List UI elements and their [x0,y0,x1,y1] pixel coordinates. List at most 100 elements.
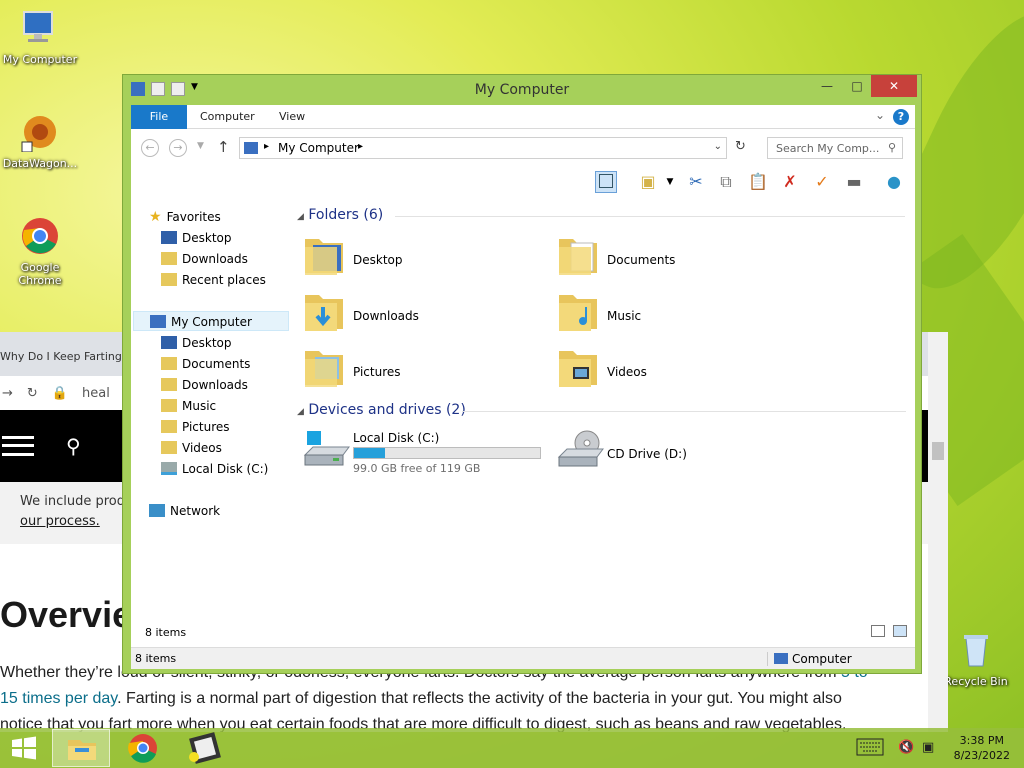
breadcrumb-my-computer[interactable]: My Computer [278,141,359,155]
nav-documents[interactable]: Documents [161,354,250,374]
nav-label: Pictures [182,420,230,434]
chevron-down-icon[interactable]: ▼ [659,171,681,193]
properties-button[interactable]: ▣ [637,171,659,193]
folder-music[interactable]: Music [607,309,641,323]
nav-music[interactable]: Music [161,396,216,416]
nav-label: Documents [182,357,251,371]
recent-locations-icon[interactable]: ▼ [197,141,204,151]
chrome-icon [128,734,157,763]
nav-my-computer[interactable]: My Computer [133,311,289,331]
file-view: ◢ Folders (6) Desktop Documents Download… [291,197,915,617]
desktop-icon-label: Recycle Bin [944,675,1008,688]
desktop-icon-datawagon[interactable]: DataWagon... [0,112,80,170]
tab-file[interactable]: File [131,105,187,129]
folder-videos[interactable]: Videos [607,365,647,379]
drive-cd-d[interactable]: CD Drive (D:) [607,447,687,461]
nav-label: Recent places [182,273,266,287]
chevron-right-icon[interactable]: ▸ [264,141,269,152]
delete-button[interactable]: ✗ [779,171,801,193]
drive-local-disk-c[interactable]: Local Disk (C:) [353,431,439,445]
nav-label: Desktop [182,336,232,350]
folder-desktop[interactable]: Desktop [353,253,403,267]
folders-group-header[interactable]: ◢ Folders (6) [297,207,905,223]
start-button[interactable] [10,736,38,760]
tab-view[interactable]: View [266,105,318,129]
back-button[interactable]: ← [141,139,159,157]
folder-downloads[interactable]: Downloads [353,309,419,323]
computer-icon [150,315,166,328]
collapse-ribbon-icon[interactable]: ⌄ [875,108,885,122]
up-button[interactable]: ↑ [217,138,230,156]
nav-favorites[interactable]: ★ Favorites [149,207,221,227]
drives-group-header[interactable]: ◢ Devices and drives (2) [297,402,906,418]
documents-folder-icon [559,239,597,275]
address-dropdown-icon[interactable]: ⌄ [714,141,722,152]
map-drive-button[interactable]: ▬ [843,171,865,193]
details-view-icon[interactable] [871,625,885,637]
app-icon [189,732,221,764]
preview-pane-button[interactable] [595,171,617,193]
nav-videos[interactable]: Videos [161,438,222,458]
nav-network[interactable]: Network [149,501,220,521]
nav-label: Downloads [182,252,248,266]
chevron-right-icon[interactable]: ▸ [358,141,363,152]
collapse-group-icon[interactable]: ◢ [297,212,304,222]
large-icons-view-icon[interactable] [893,625,907,637]
folder-documents[interactable]: Documents [607,253,675,267]
desktop-icon-recycle-bin[interactable]: Recycle Bin [936,630,1016,688]
collapse-group-icon[interactable]: ◢ [297,407,304,417]
folder-pictures[interactable]: Pictures [353,365,401,379]
nav-label: Downloads [182,378,248,392]
network-icon [149,504,165,517]
tab-computer[interactable]: Computer [187,105,268,129]
network-globe-icon[interactable]: ● [883,171,905,193]
back-arrow-icon[interactable]: → [2,386,13,401]
search-input[interactable]: Search My Comp... ⚲ [767,137,903,159]
nav-fav-recent-places[interactable]: Recent places [161,270,266,290]
address-box[interactable]: ▸ My Computer ▸ ⌄ [239,137,727,159]
forward-button[interactable]: → [169,139,187,157]
computer-icon [244,142,258,154]
hamburger-menu-icon[interactable] [2,436,34,456]
close-button[interactable]: ✕ [871,75,917,97]
nav-label: Local Disk (C:) [182,462,269,476]
chrome-icon [22,218,58,254]
help-icon[interactable]: ? [893,109,909,125]
minimize-button[interactable]: — [813,75,841,97]
nav-desktop[interactable]: Desktop [161,333,232,353]
desktop-icon-my-computer[interactable]: My Computer [0,8,80,66]
taskbar-file-explorer[interactable] [52,729,110,767]
reload-icon[interactable]: ↻ [27,386,38,401]
rename-button[interactable]: ✓ [811,171,833,193]
nav-pictures[interactable]: Pictures [161,417,230,437]
desktop-icon-google-chrome[interactable]: Google Chrome [0,216,80,287]
title-bar[interactable]: ▼ My Computer — □ ✕ [123,75,921,105]
scrollbar-thumb[interactable] [932,442,944,460]
recycle-bin-icon [964,635,988,667]
maximize-button[interactable]: □ [843,75,871,97]
nav-fav-desktop[interactable]: Desktop [161,228,232,248]
explorer-window[interactable]: ▼ My Computer — □ ✕ File Computer View ⌄… [122,74,922,674]
copy-button[interactable]: ⧉ [715,171,737,193]
browser-scrollbar[interactable] [928,332,948,732]
network-status-icon[interactable]: ▣ [922,740,934,755]
item-count: 8 items [145,626,187,639]
drive-usage-bar [353,447,541,459]
cut-button[interactable]: ✂ [685,171,707,193]
clock[interactable]: 3:38 PM 8/23/2022 [954,733,1010,763]
browser-url[interactable]: heal [82,386,110,401]
nav-local-disk[interactable]: Local Disk (C:) [161,459,268,479]
our-process-link[interactable]: our process. [20,514,100,529]
nav-fav-downloads[interactable]: Downloads [161,249,248,269]
nav-downloads[interactable]: Downloads [161,375,248,395]
zone-indicator: Computer [767,652,915,666]
star-icon: ★ [149,209,162,225]
taskbar-chrome[interactable] [114,729,172,767]
paste-button[interactable]: 📋 [747,171,769,193]
refresh-button[interactable]: ↻ [735,139,746,154]
taskbar-app[interactable] [176,729,234,767]
volume-muted-icon[interactable]: 🔇 [898,740,914,755]
touch-keyboard-icon[interactable] [856,738,884,760]
taskbar: 🔇 ▣ 3:38 PM 8/23/2022 [0,728,1024,768]
search-icon[interactable]: ⚲ [66,434,81,458]
